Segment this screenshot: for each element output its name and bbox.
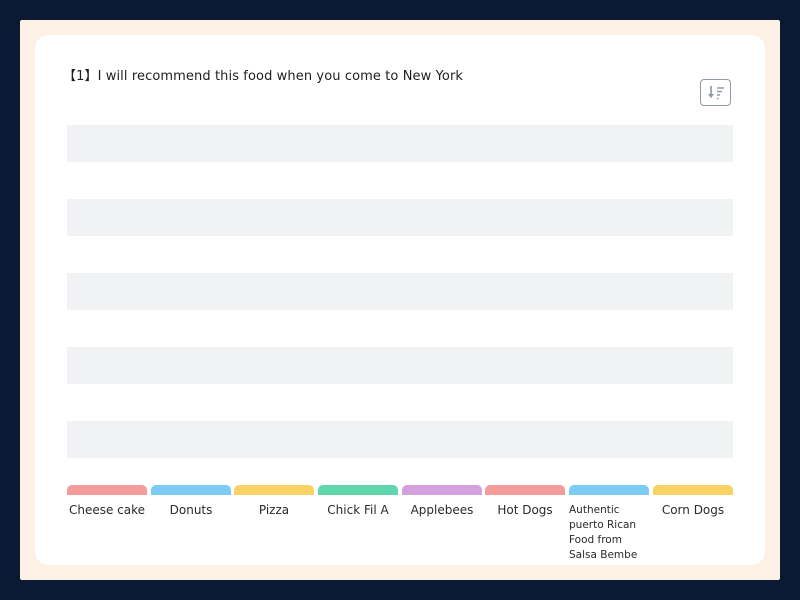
sort-descending-icon	[708, 86, 724, 100]
option-color-tab	[402, 485, 482, 495]
question-card: 【1】I will recommend this food when you c…	[35, 35, 765, 565]
rank-slot-4[interactable]	[67, 347, 733, 384]
option-label: Chick Fil A	[327, 503, 389, 517]
option-label: Corn Dogs	[661, 503, 725, 517]
option-chick-fil-a[interactable]: Chick Fil A	[318, 485, 398, 518]
option-label: Authentic puerto Rican Food from Salsa B…	[569, 504, 638, 561]
option-color-tab	[485, 485, 565, 495]
outer-frame: 【1】I will recommend this food when you c…	[20, 20, 780, 580]
option-hot-dogs[interactable]: Hot Dogs	[485, 485, 565, 518]
option-color-tab	[67, 485, 147, 495]
option-label: Pizza	[258, 503, 290, 517]
sort-button[interactable]	[700, 79, 731, 106]
option-color-tab	[569, 485, 649, 495]
option-pizza[interactable]: Pizza	[234, 485, 314, 518]
option-label: Hot Dogs	[497, 503, 553, 517]
option-color-tab	[234, 485, 314, 495]
question-title: 【1】I will recommend this food when you c…	[63, 69, 464, 84]
option-corn-dogs[interactable]: Corn Dogs	[653, 485, 733, 518]
option-donuts[interactable]: Donuts	[151, 485, 231, 518]
rank-slot-1[interactable]	[67, 125, 733, 162]
option-label: Cheese cake	[68, 503, 146, 517]
option-puerto-rican-food[interactable]: Authentic puerto Rican Food from Salsa B…	[569, 485, 649, 563]
option-color-tab	[151, 485, 231, 495]
option-label: Donuts	[169, 503, 213, 517]
option-color-tab	[318, 485, 398, 495]
rank-slot-2[interactable]	[67, 199, 733, 236]
rank-slot-5[interactable]	[67, 421, 733, 458]
option-color-tab	[653, 485, 733, 495]
rank-slot-3[interactable]	[67, 273, 733, 310]
option-cheese-cake[interactable]: Cheese cake	[67, 485, 147, 518]
option-applebees[interactable]: Applebees	[402, 485, 482, 518]
option-label: Applebees	[410, 503, 474, 517]
